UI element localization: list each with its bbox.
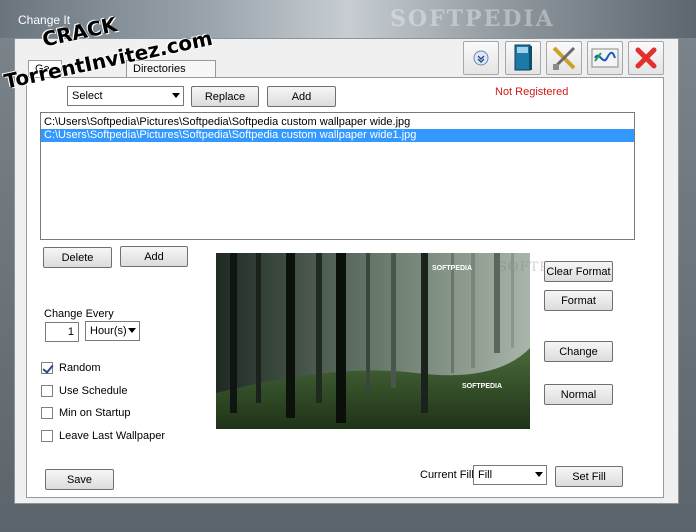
set-fill-button[interactable]: Set Fill [555, 466, 623, 487]
help-book-button[interactable] [505, 41, 541, 75]
dropdown-button[interactable] [463, 41, 499, 75]
checkbox-icon [41, 385, 53, 397]
title-bar: Change It SOFTPEDIA [0, 0, 696, 38]
use-schedule-checkbox[interactable]: Use Schedule [41, 385, 128, 397]
use-schedule-label: Use Schedule [59, 385, 128, 397]
dropdown-icon [473, 50, 489, 66]
replace-button[interactable]: Replace [191, 86, 259, 107]
window-title: Change It [18, 13, 71, 27]
link-button[interactable] [587, 41, 623, 75]
add-button-bottom[interactable]: Add [120, 246, 188, 267]
normal-button[interactable]: Normal [544, 384, 613, 405]
wallpaper-preview: SOFTPEDIA SOFTPEDIA [216, 253, 530, 429]
checkbox-icon [41, 430, 53, 442]
delete-button[interactable]: Delete [43, 247, 112, 268]
source-select-value: Select [72, 90, 103, 102]
chevron-down-icon [535, 472, 543, 477]
chevron-down-icon [172, 93, 180, 98]
checkbox-icon [41, 407, 53, 419]
format-button[interactable]: Format [544, 290, 613, 311]
leave-last-wallpaper-label: Leave Last Wallpaper [59, 430, 165, 442]
link-icon [591, 48, 619, 68]
registration-status: Not Registered [495, 86, 569, 98]
list-item[interactable]: C:\Users\Softpedia\Pictures\Softpedia\So… [41, 116, 634, 129]
leave-last-wallpaper-checkbox[interactable]: Leave Last Wallpaper [41, 430, 165, 442]
tab-general-label: Ge [35, 63, 50, 75]
checkbox-icon [41, 362, 53, 374]
titlebar-watermark: SOFTPEDIA [390, 6, 555, 32]
settings-button[interactable] [546, 41, 582, 75]
tab-directories-label: Directories [133, 63, 186, 75]
tab-general[interactable]: Ge [28, 60, 62, 78]
change-every-value[interactable]: 1 [45, 322, 79, 342]
min-on-startup-checkbox[interactable]: Min on Startup [41, 407, 131, 419]
change-button[interactable]: Change [544, 341, 613, 362]
random-label: Random [59, 362, 101, 374]
preview-logo-bottom: SOFTPEDIA [462, 383, 503, 390]
preview-logo-top: SOFTPEDIA [432, 265, 473, 272]
min-on-startup-label: Min on Startup [59, 407, 131, 419]
random-checkbox[interactable]: Random [41, 362, 101, 374]
tab-directories[interactable]: Directories [126, 60, 216, 78]
wallpaper-list[interactable]: C:\Users\Softpedia\Pictures\Softpedia\So… [40, 112, 635, 240]
change-unit-value: Hour(s) [90, 325, 127, 337]
chevron-down-icon [128, 328, 136, 333]
close-icon [635, 47, 657, 69]
source-select[interactable]: Select [67, 86, 184, 106]
tools-icon [552, 46, 576, 70]
current-fill-label: Current Fill [420, 469, 474, 481]
exit-button[interactable] [628, 41, 664, 75]
forest-preview-image [216, 253, 530, 429]
change-unit-select[interactable]: Hour(s) [85, 321, 140, 341]
clear-format-button[interactable]: Clear Format [544, 261, 613, 282]
book-icon [514, 44, 532, 71]
add-button-top[interactable]: Add [267, 86, 336, 107]
fill-select[interactable]: Fill [473, 465, 547, 485]
fill-select-value: Fill [478, 469, 493, 481]
save-button[interactable]: Save [45, 469, 114, 490]
list-item-selected[interactable]: C:\Users\Softpedia\Pictures\Softpedia\So… [41, 129, 634, 142]
change-every-label: Change Every [44, 308, 114, 320]
